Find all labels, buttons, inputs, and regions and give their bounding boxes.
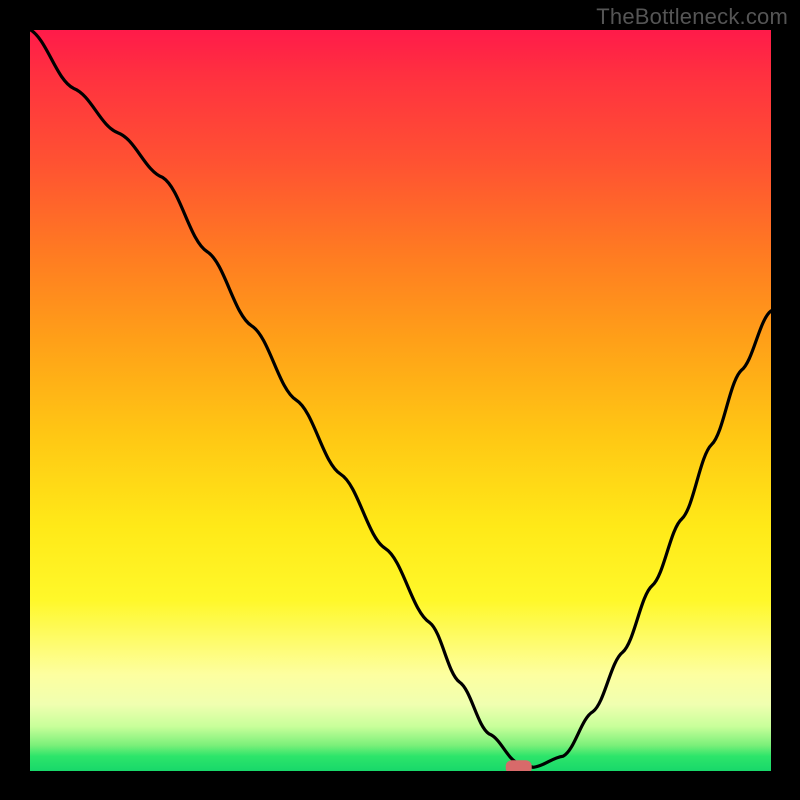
chart-frame: TheBottleneck.com bbox=[0, 0, 800, 800]
bottleneck-curve bbox=[29, 29, 771, 767]
watermark-text: TheBottleneck.com bbox=[596, 4, 788, 30]
optimal-point-marker bbox=[506, 760, 532, 771]
chart-svg bbox=[29, 29, 771, 771]
chart-plot-area bbox=[29, 29, 771, 771]
